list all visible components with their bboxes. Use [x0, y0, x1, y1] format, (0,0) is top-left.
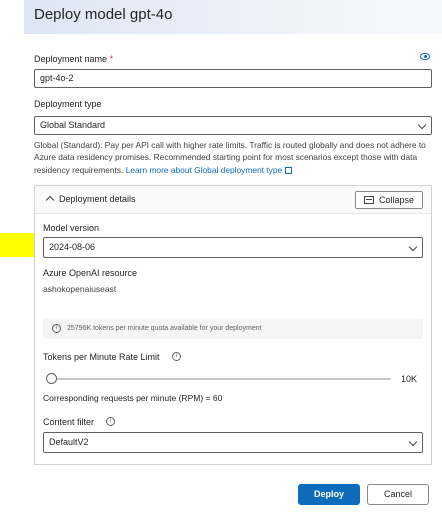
cancel-button[interactable]: Cancel [367, 484, 429, 505]
rate-limit-label: Tokens per Minute Rate Limit [43, 352, 160, 362]
deployment-type-label: Deployment type [34, 99, 102, 109]
deploy-button[interactable]: Deploy [298, 484, 360, 505]
rate-limit-slider[interactable] [51, 378, 391, 380]
content-filter-label-text: Content filter [43, 417, 95, 427]
deployment-type-select[interactable]: Global Standard [34, 116, 432, 135]
learn-more-text: Learn more about Global deployment type [125, 164, 283, 175]
rpm-text: Corresponding requests per minute (RPM) … [43, 393, 223, 403]
model-version-label: Model version [43, 223, 100, 233]
deploy-model-dialog: Deploy model gpt-4o Deployment name * gp… [0, 0, 442, 520]
chevron-up-icon [45, 195, 55, 205]
content-filter-label: Content filter [43, 417, 94, 427]
dialog-header: Deploy model gpt-4o [24, 0, 442, 34]
deployment-type-description: Global (Standard): Pay per API call with… [34, 139, 432, 176]
deployment-name-value: gpt-4o-2 [40, 73, 74, 83]
learn-more-link[interactable]: Learn more about Global deployment type [125, 164, 293, 175]
deployment-name-label: Deployment name * [34, 54, 113, 64]
deployment-details-header[interactable]: Deployment details Collapse [35, 186, 431, 214]
deployment-name-label-text: Deployment name [34, 54, 108, 64]
model-version-select[interactable]: 2024-08-06 [43, 237, 423, 258]
collapse-label: Collapse [379, 195, 415, 205]
resource-label: Azure OpenAI resource [43, 268, 138, 278]
collapse-button[interactable]: Collapse [355, 191, 423, 209]
chevron-down-icon [417, 120, 427, 130]
deployment-type-value: Global Standard [40, 120, 106, 130]
eye-icon[interactable] [420, 53, 430, 60]
external-link-icon [285, 166, 293, 174]
content-filter-select[interactable]: DefaultV2 [43, 432, 423, 453]
info-icon[interactable]: i [106, 417, 115, 426]
rate-limit-label-text: Tokens per Minute Rate Limit [43, 352, 160, 362]
content-filter-value: DefaultV2 [49, 437, 89, 447]
model-version-value: 2024-08-06 [49, 242, 96, 252]
chevron-down-icon [408, 437, 418, 447]
resource-value: ashokopenaiuseast [43, 284, 117, 294]
quota-info-bar: i 25796K tokens per minute quota availab… [43, 319, 423, 339]
required-mark: * [109, 54, 114, 64]
collapse-icon [364, 196, 374, 204]
rate-limit-value: 10K [401, 374, 418, 384]
quota-info-text: 25796K tokens per minute quota available… [67, 325, 262, 332]
info-icon[interactable]: i [172, 352, 181, 361]
dialog-title: Deploy model gpt-4o [34, 6, 173, 23]
deployment-details-panel: Deployment details Collapse Model versio… [34, 185, 432, 465]
info-icon: i [52, 324, 61, 333]
deployment-name-input[interactable]: gpt-4o-2 [34, 69, 432, 88]
slider-thumb[interactable] [46, 373, 57, 384]
deployment-details-title: Deployment details [59, 194, 136, 204]
chevron-down-icon [408, 242, 418, 252]
